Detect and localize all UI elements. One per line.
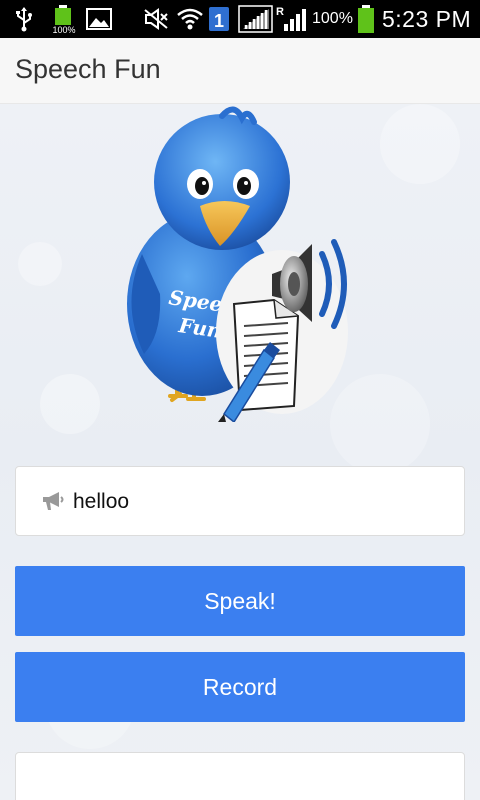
speak-button[interactable]: Speak!: [15, 566, 465, 636]
wifi-icon: [176, 0, 204, 38]
image-icon: [86, 0, 112, 38]
record-button[interactable]: Record: [15, 652, 465, 722]
speech-text-value: helloo: [73, 490, 130, 513]
battery-small-label: 100%: [52, 25, 75, 35]
main-content: Speech Fun helloo Speak! Record: [0, 104, 480, 800]
speech-fun-logo: Speech Fun: [127, 106, 348, 422]
megaphone-icon: [43, 492, 64, 510]
battery-icon: 100%: [52, 0, 76, 38]
signal-icon: [238, 0, 274, 38]
battery-percent: 100%: [312, 10, 353, 27]
sim-label: 1: [214, 11, 224, 31]
app-bar: Speech Fun: [0, 38, 480, 104]
speech-text-input[interactable]: helloo: [15, 466, 465, 536]
usb-icon: [14, 0, 34, 38]
status-bar: 100% 1 R 100% 5:23 PM: [0, 0, 480, 38]
roaming-label: R: [276, 6, 284, 18]
mute-icon: [142, 0, 170, 38]
signal-icon: R: [276, 0, 310, 38]
battery-icon: [355, 0, 377, 38]
clock: 5:23 PM: [382, 5, 472, 32]
sim-icon: 1: [208, 0, 230, 38]
app-title: Speech Fun: [15, 54, 161, 84]
result-text-box[interactable]: [15, 752, 465, 800]
